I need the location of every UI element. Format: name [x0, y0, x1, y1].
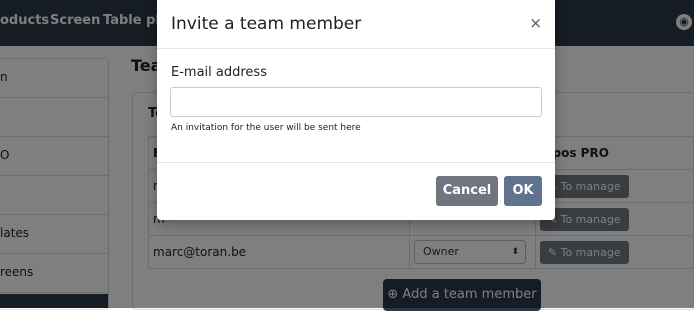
close-icon[interactable]: × — [529, 14, 542, 32]
modal-footer-divider — [157, 162, 555, 163]
email-help-text: An invitation for the user will be sent … — [171, 123, 361, 133]
ok-button[interactable]: OK — [504, 176, 542, 206]
email-field[interactable] — [170, 87, 542, 117]
invite-modal: Invite a team member × E-mail address An… — [157, 0, 555, 220]
modal-title: Invite a team member — [171, 14, 362, 34]
cancel-button[interactable]: Cancel — [436, 176, 498, 206]
email-label: E-mail address — [171, 65, 267, 80]
modal-header-divider — [157, 48, 555, 49]
